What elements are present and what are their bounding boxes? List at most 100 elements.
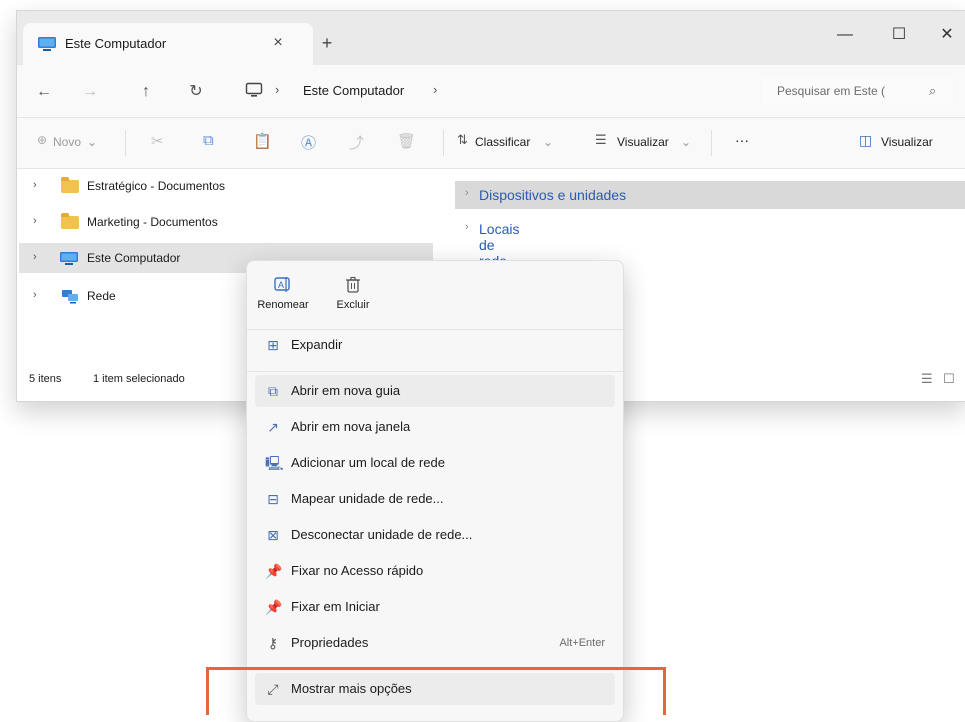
- key-icon: ⚷: [267, 635, 279, 651]
- disconnect-drive-icon: ⊠: [267, 527, 279, 543]
- divider: [443, 130, 444, 156]
- refresh-button[interactable]: ↻: [183, 81, 209, 103]
- add-network-location-icon: 🖳: [265, 455, 284, 471]
- tab-este-computador[interactable]: Este Computador ×: [23, 23, 313, 65]
- expand-chevron-icon[interactable]: ›: [33, 289, 37, 301]
- menu-item-label: Abrir em nova janela: [291, 419, 411, 434]
- view-icon: ☰: [595, 132, 607, 147]
- search-input[interactable]: Pesquisar em Este ( ⌕: [763, 77, 953, 105]
- group-header-dispositivos[interactable]: › Dispositivos e unidades: [455, 181, 965, 209]
- pin-icon: 📌: [265, 563, 283, 579]
- menu-item-mapear-unidade[interactable]: ⊟ Mapear unidade de rede...: [255, 483, 615, 515]
- view-button[interactable]: Visualizar: [617, 135, 669, 149]
- menu-item-abrir-nova-guia[interactable]: ⧉ Abrir em nova guia: [255, 375, 615, 407]
- preview-pane-icon: ◫: [859, 132, 873, 148]
- menu-item-adicionar-local-rede[interactable]: 🖳 Adicionar um local de rede: [255, 447, 615, 479]
- menu-item-label: Adicionar um local de rede: [291, 455, 445, 470]
- minimize-button[interactable]: —: [825, 23, 865, 47]
- menu-item-label: Expandir: [291, 337, 343, 352]
- paste-icon[interactable]: 📋: [253, 132, 272, 150]
- pc-icon: [37, 36, 57, 57]
- sort-dropdown-chevron[interactable]: ⌄: [543, 135, 553, 149]
- new-tab-button[interactable]: +: [317, 33, 337, 53]
- menu-item-expandir[interactable]: ⊞ Expandir: [255, 329, 615, 361]
- nav-item-marketing[interactable]: › Marketing - Documentos: [19, 207, 433, 237]
- new-icon: ⊕: [37, 133, 48, 147]
- details-view-icon[interactable]: ☰: [921, 371, 933, 387]
- sort-button[interactable]: Classificar: [475, 135, 530, 149]
- nav-item-estrategico[interactable]: › Estratégico - Documentos: [19, 171, 433, 201]
- menu-item-abrir-nova-janela[interactable]: ↗ Abrir em nova janela: [255, 411, 615, 443]
- trash-icon: [343, 275, 363, 295]
- context-menu: A Renomear Excluir ⊞ Expandir ⧉ Abrir em…: [246, 260, 624, 722]
- cut-icon[interactable]: ✂: [151, 132, 164, 150]
- expand-chevron-icon[interactable]: ›: [33, 251, 37, 263]
- network-icon: [61, 289, 79, 309]
- group-chevron-icon: ›: [465, 221, 469, 233]
- tab-title: Este Computador: [65, 36, 167, 51]
- breadcrumb[interactable]: › Este Computador ›: [239, 77, 757, 105]
- title-bar: Este Computador × + — ☐ ✕: [17, 11, 965, 65]
- tab-close-icon[interactable]: ×: [267, 32, 289, 54]
- preview-pane-button[interactable]: Visualizar: [881, 135, 933, 149]
- menu-item-label: Mapear unidade de rede...: [291, 491, 444, 506]
- more-options-button[interactable]: ···: [735, 132, 749, 148]
- folder-icon: [61, 213, 79, 229]
- divider: [247, 371, 623, 372]
- highlight-box: [206, 667, 666, 715]
- forward-button[interactable]: →: [77, 81, 103, 103]
- group-chevron-icon: ›: [465, 187, 469, 199]
- new-button[interactable]: Novo: [53, 135, 81, 149]
- map-drive-icon: ⊟: [267, 491, 279, 507]
- breadcrumb-este-computador[interactable]: Este Computador: [303, 83, 404, 98]
- up-button[interactable]: ↑: [133, 81, 159, 103]
- menu-item-label: Propriedades: [291, 635, 369, 650]
- nav-item-label: Este Computador: [87, 251, 181, 265]
- group-label: Dispositivos e unidades: [479, 187, 627, 203]
- pin-icon: 📌: [265, 599, 283, 615]
- copy-icon[interactable]: ⧉: [203, 132, 214, 149]
- nav-item-label: Rede: [87, 289, 116, 303]
- divider: [125, 130, 126, 156]
- delete-icon[interactable]: 🗑: [397, 132, 416, 150]
- nav-item-label: Estratégico - Documentos: [87, 179, 226, 193]
- address-bar: ← → ↑ ↻ › Este Computador › Pesquisar em…: [17, 65, 965, 118]
- tiles-view-icon[interactable]: ☐: [943, 371, 955, 387]
- menu-item-propriedades[interactable]: ⚷ Propriedades Alt+Enter: [255, 627, 615, 659]
- monitor-icon: [245, 82, 263, 103]
- expand-icon: ⊞: [267, 337, 279, 353]
- rename-label: Renomear: [257, 299, 309, 311]
- divider: [711, 130, 712, 156]
- menu-item-label: Abrir em nova guia: [291, 383, 401, 398]
- close-window-button[interactable]: ✕: [927, 23, 965, 47]
- expand-chevron-icon[interactable]: ›: [33, 215, 37, 227]
- menu-item-label: Desconectar unidade de rede...: [291, 527, 473, 542]
- search-placeholder: Pesquisar em Este (: [777, 84, 886, 98]
- rename-icon[interactable]: Ⓐ: [301, 132, 316, 153]
- pc-icon: [59, 251, 79, 271]
- view-dropdown-chevron[interactable]: ⌄: [681, 135, 691, 149]
- rename-button[interactable]: A Renomear: [251, 271, 315, 325]
- breadcrumb-chevron[interactable]: ›: [433, 82, 437, 97]
- folder-icon: [61, 177, 79, 193]
- open-tab-icon: ⧉: [268, 383, 278, 399]
- item-count: 5 itens: [29, 373, 62, 385]
- open-window-icon: ↗: [267, 419, 279, 435]
- menu-item-fixar-acesso-rapido[interactable]: 📌 Fixar no Acesso rápido: [255, 555, 615, 587]
- breadcrumb-separator: ›: [275, 82, 280, 97]
- menu-item-fixar-iniciar[interactable]: 📌 Fixar em Iniciar: [255, 591, 615, 623]
- delete-label: Excluir: [336, 299, 370, 311]
- new-dropdown-chevron[interactable]: ⌄: [87, 135, 97, 149]
- menu-item-label: Fixar no Acesso rápido: [291, 563, 424, 578]
- delete-button[interactable]: Excluir: [321, 271, 385, 325]
- maximize-button[interactable]: ☐: [879, 23, 919, 47]
- svg-text:A: A: [278, 280, 284, 290]
- menu-item-desconectar-unidade[interactable]: ⊠ Desconectar unidade de rede...: [255, 519, 615, 551]
- sort-icon: ⇅: [457, 132, 468, 147]
- share-icon[interactable]: ⤴: [349, 132, 364, 153]
- shortcut-hint: Alt+Enter: [559, 637, 605, 649]
- rename-icon: A: [273, 275, 293, 295]
- back-button[interactable]: ←: [31, 81, 57, 103]
- expand-chevron-icon[interactable]: ›: [33, 179, 37, 191]
- selection-count: 1 item selecionado: [93, 373, 185, 385]
